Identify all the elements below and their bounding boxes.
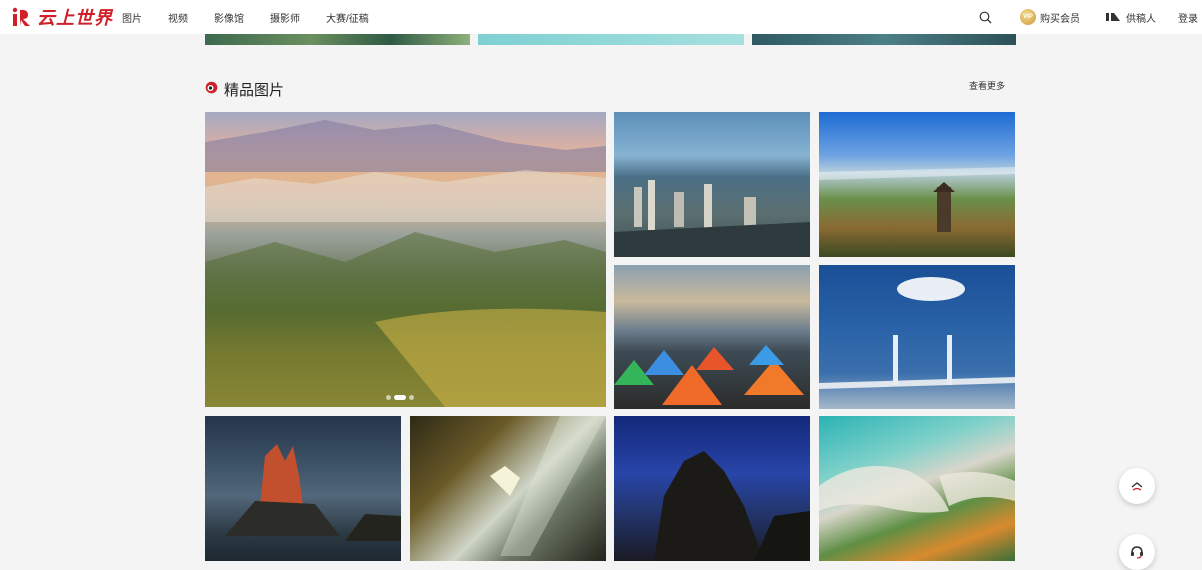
customer-service-button[interactable] xyxy=(1119,534,1155,570)
previous-section-image-1[interactable] xyxy=(205,34,470,45)
featured-images-header: 精品图片 查看更多 xyxy=(205,78,1015,100)
search-icon xyxy=(979,11,992,23)
gallery-image-sea-stack[interactable] xyxy=(205,416,401,561)
nav-item-photographers[interactable]: 摄影师 xyxy=(270,10,300,25)
section-dot-icon xyxy=(205,81,218,94)
bridge-shape xyxy=(819,277,1015,389)
gallery-image-coastline[interactable] xyxy=(819,416,1015,561)
back-to-top-button[interactable] xyxy=(1119,468,1155,504)
tents-shape xyxy=(614,345,804,405)
gallery-image-bridge[interactable] xyxy=(819,265,1015,409)
featured-image-terraced-fields[interactable] xyxy=(205,112,606,407)
pagoda-shape xyxy=(819,167,1015,232)
login-button[interactable]: 登录 xyxy=(1178,10,1198,25)
sea-stack-shape xyxy=(225,444,401,541)
gallery-image-rock-peak[interactable] xyxy=(614,416,810,561)
header-tools: VIP 购买会员 供稿人 登录 xyxy=(979,0,1198,34)
vip-badge-icon: VIP xyxy=(1020,9,1036,25)
gallery-image-coastal-city[interactable] xyxy=(614,112,810,257)
city-buildings xyxy=(614,180,810,257)
carousel-dot-active[interactable] xyxy=(394,395,406,400)
supplier-label: 供稿人 xyxy=(1126,13,1156,25)
nav-item-videos[interactable]: 视频 xyxy=(168,10,188,25)
carousel-dot[interactable] xyxy=(409,395,414,400)
mountain-silhouette xyxy=(205,120,606,407)
cave-light-shape xyxy=(490,416,606,556)
login-label: 登录 xyxy=(1178,13,1198,25)
nav-item-gallery-hall[interactable]: 影像馆 xyxy=(214,10,244,25)
chevron-up-icon xyxy=(1131,482,1143,491)
section-title: 精品图片 xyxy=(224,82,285,99)
gallery-image-camping-tents[interactable] xyxy=(614,265,810,409)
buy-membership-label: 购买会员 xyxy=(1040,13,1080,25)
logo-text: 云上世界 xyxy=(37,8,113,28)
nav-item-contests[interactable]: 大赛/征稿 xyxy=(326,10,369,25)
rock-peak-shape xyxy=(654,451,810,561)
nav-item-images[interactable]: 图片 xyxy=(122,10,142,25)
carousel-dot[interactable] xyxy=(386,395,391,400)
previous-section-image-3[interactable] xyxy=(752,34,1016,45)
top-header: 云上世界 图片 视频 影像馆 摄影师 大赛/征稿 VIP 购买会员 供稿人 登录 xyxy=(0,0,1202,34)
previous-section-image-2[interactable] xyxy=(478,34,744,45)
view-more-link[interactable]: 查看更多 xyxy=(969,79,1005,92)
site-logo[interactable]: 云上世界 xyxy=(12,6,113,28)
headset-icon xyxy=(1131,546,1143,559)
supplier-button[interactable]: 供稿人 xyxy=(1106,10,1156,25)
coastline-shape xyxy=(819,466,1015,513)
gallery-image-cave[interactable] xyxy=(410,416,606,561)
buy-membership-button[interactable]: VIP 购买会员 xyxy=(1020,9,1080,25)
main-nav: 图片 视频 影像馆 摄影师 大赛/征稿 xyxy=(122,0,395,34)
search-button[interactable] xyxy=(979,11,992,24)
supplier-icon xyxy=(1106,13,1120,21)
gallery-image-pagoda[interactable] xyxy=(819,112,1015,257)
carousel-indicator xyxy=(386,395,414,400)
logo-mark-icon xyxy=(12,7,30,26)
